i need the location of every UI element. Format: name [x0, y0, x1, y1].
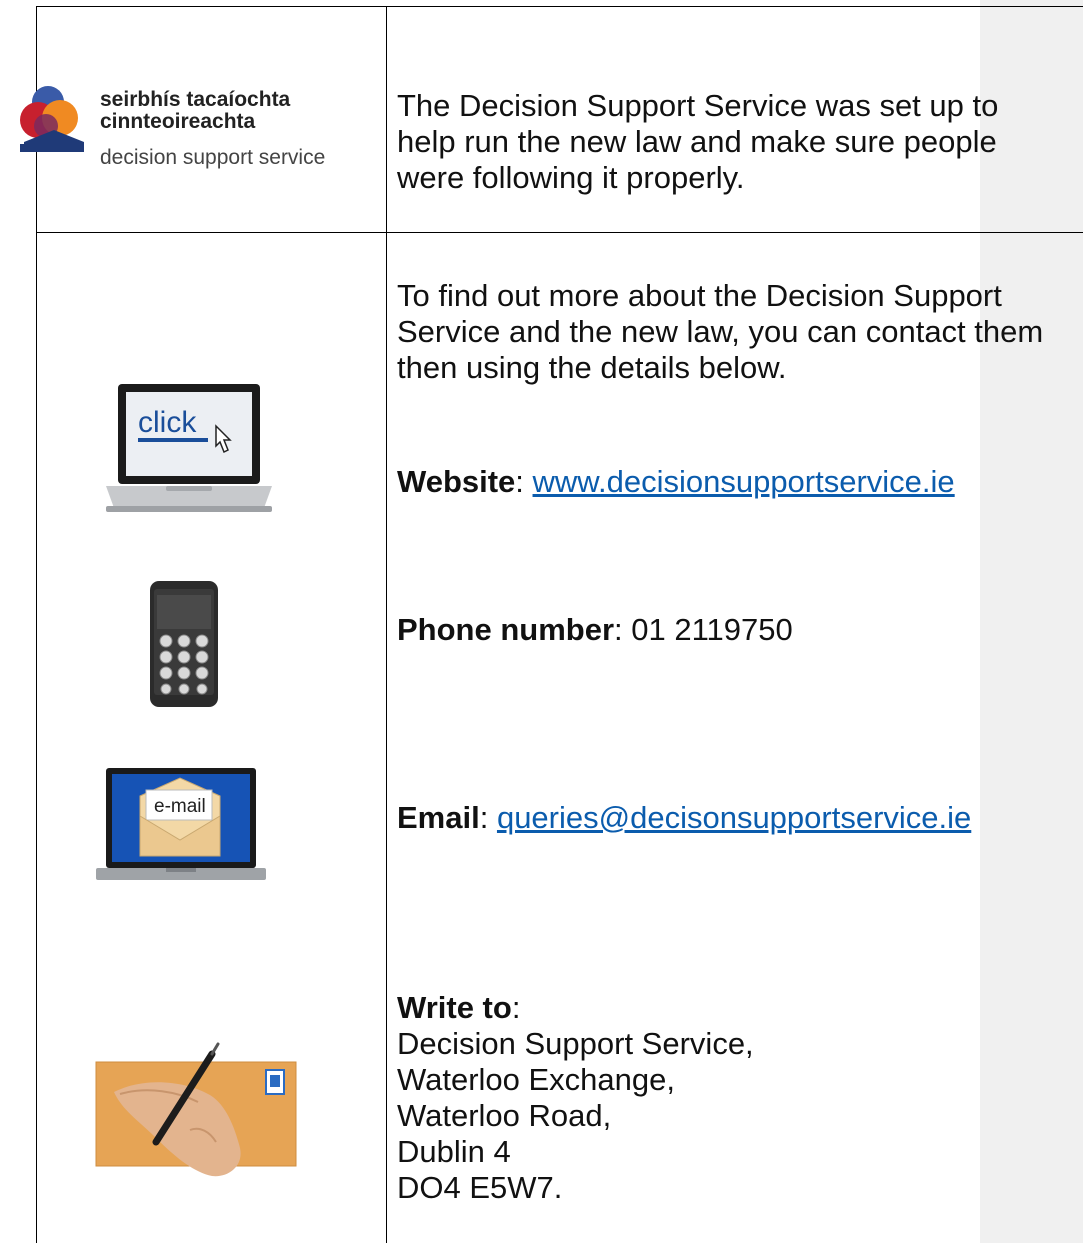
laptop-click-icon: click	[104, 382, 274, 514]
phone-row: Phone number: 01 2119750	[397, 612, 793, 648]
phone-colon: :	[614, 612, 632, 647]
website-link[interactable]: www.decisionsupportservice.ie	[533, 464, 955, 499]
mobile-phone-icon	[148, 579, 220, 709]
letter-writing-icon	[94, 1030, 300, 1182]
website-label: Website	[397, 464, 516, 499]
intro-line-3: were following it properly.	[397, 160, 745, 195]
dss-logo	[16, 82, 86, 162]
contact-intro-line-3: then using the details below.	[397, 350, 787, 385]
logo-line-2: cinnteoireachta	[100, 110, 256, 133]
write-to-row: Write to:	[397, 990, 520, 1026]
write-to-label: Write to	[397, 990, 512, 1025]
table-column-divider	[386, 6, 387, 1243]
intro-line-1: The Decision Support Service was set up …	[397, 88, 999, 123]
contact-intro-line-1: To find out more about the Decision Supp…	[397, 278, 1002, 313]
website-colon: :	[515, 464, 533, 499]
table-top-border	[36, 6, 1083, 7]
contact-intro-line-2: Service and the new law, you can contact…	[397, 314, 1044, 349]
phone-label: Phone number	[397, 612, 615, 647]
laptop-click-text: click	[138, 406, 197, 439]
address-line-5: DO4 E5W7.	[397, 1170, 563, 1205]
phone-value: 01 2119750	[631, 612, 793, 647]
email-envelope-text: e-mail	[154, 796, 206, 817]
address-line-2: Waterloo Exchange,	[397, 1062, 676, 1097]
table-left-border	[36, 6, 37, 1243]
address-line-4: Dublin 4	[397, 1134, 511, 1169]
dss-logo-mark-icon	[20, 86, 84, 152]
write-to-colon: :	[511, 990, 521, 1025]
email-colon: :	[479, 800, 497, 835]
website-row: Website: www.decisionsupportservice.ie	[397, 464, 955, 500]
email-label: Email	[397, 800, 480, 835]
laptop-email-icon: e-mail	[96, 768, 266, 882]
logo-line-3: decision support service	[100, 146, 326, 169]
email-row: Email: queries@decisonsupportservice.ie	[397, 800, 971, 836]
right-margin-area	[980, 0, 1083, 1243]
logo-line-1: seirbhís tacaíochta	[100, 88, 291, 111]
intro-line-2: help run the new law and make sure peopl…	[397, 124, 997, 159]
address-line-1: Decision Support Service,	[397, 1026, 754, 1061]
email-link[interactable]: queries@decisonsupportservice.ie	[497, 800, 971, 835]
address-line-3: Waterloo Road,	[397, 1098, 612, 1133]
table-row-divider	[36, 232, 1083, 233]
